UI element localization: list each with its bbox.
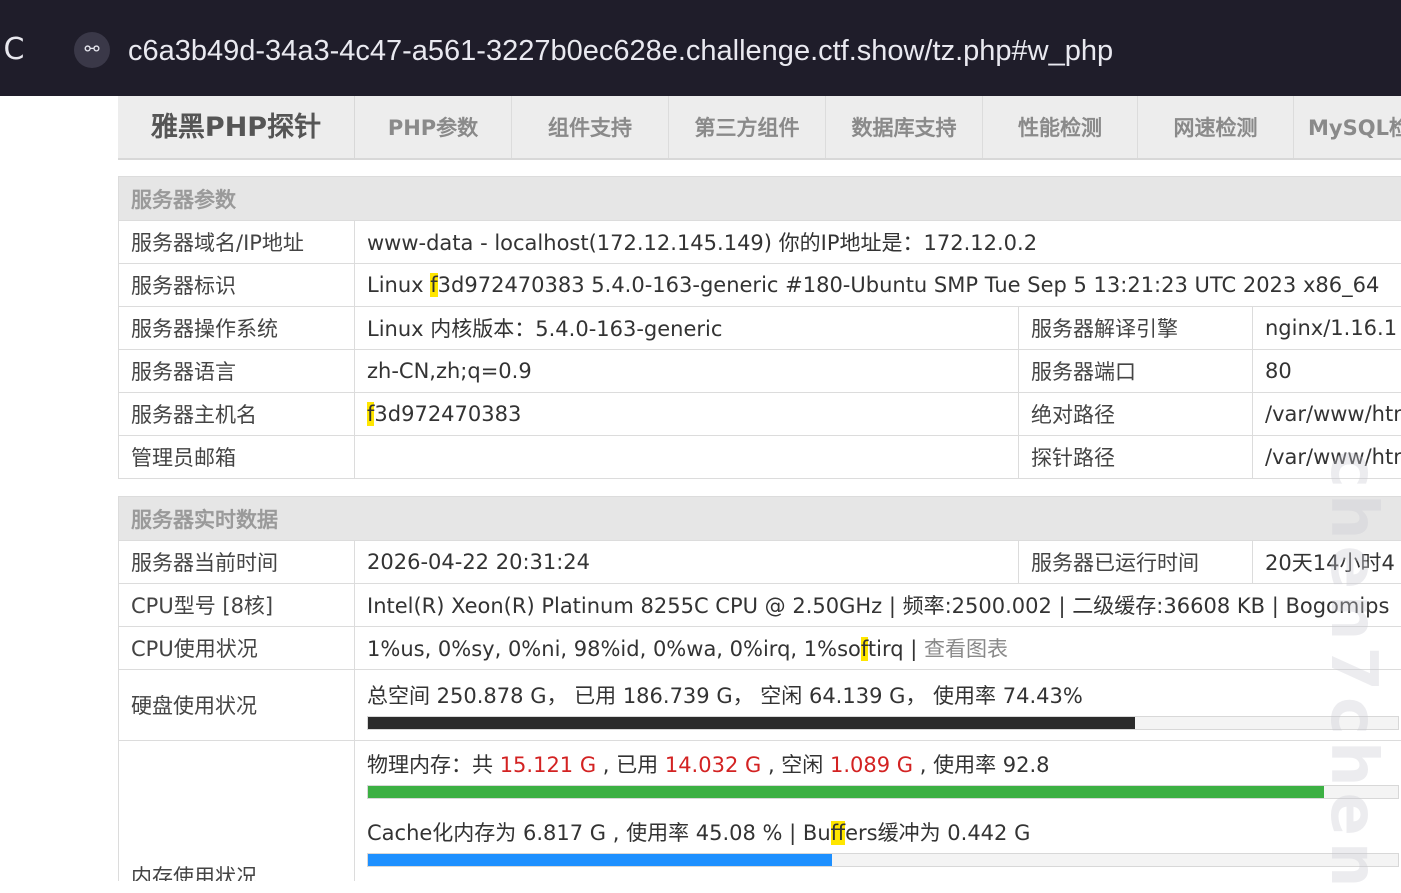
memory-label: 物理内存：共: [367, 753, 500, 777]
cpu-usage-text: 1%us, 0%sy, 0%ni, 98%id, 0%wa, 0%irq, 1%…: [367, 637, 861, 661]
ident-rest: 3d972470383 5.4.0-163-generic #180-Ubunt…: [438, 273, 1380, 297]
cache-usage-bar-fill: [368, 854, 832, 866]
probe-page: 雅黑PHP探针 PHP参数 组件支持 第三方组件 数据库支持 性能检测 网速检测…: [118, 96, 1401, 881]
table-row: 管理员邮箱 探针路径 /var/www/html: [119, 436, 1401, 479]
memory-free-label: , 空闲: [761, 753, 830, 777]
row-label: CPU使用状况: [119, 627, 355, 670]
row-label: 硬盘使用状况: [119, 670, 355, 741]
memory-free: 1.089 G: [830, 753, 913, 777]
row-value: Linux f3d972470383 5.4.0-163-generic #18…: [355, 264, 1401, 307]
row-value: Intel(R) Xeon(R) Platinum 8255C CPU @ 2.…: [355, 584, 1401, 627]
server-params-table: 服务器参数 服务器域名/IP地址 www-data - localhost(17…: [118, 176, 1401, 479]
nav-item-network-speed[interactable]: 网速检测: [1138, 96, 1294, 158]
watermark: chen7chen: [1270, 450, 1390, 870]
table-row: 服务器标识 Linux f3d972470383 5.4.0-163-gener…: [119, 264, 1401, 307]
row-label: 服务器操作系统: [119, 307, 355, 350]
row-label: 绝对路径: [1019, 393, 1253, 436]
row-label: 内存使用状况: [119, 741, 355, 882]
table-row: 硬盘使用状况 总空间 250.878 G， 已用 186.739 G， 空闲 6…: [119, 670, 1401, 741]
disk-usage-bar-fill: [368, 717, 1135, 729]
memory-usage-bar-fill: [368, 786, 1324, 798]
reload-icon[interactable]: C: [0, 30, 28, 70]
disk-usage-text: 总空间 250.878 G， 已用 186.739 G， 空闲 64.139 G…: [367, 680, 1396, 710]
nav-item-database[interactable]: 数据库支持: [826, 96, 983, 158]
memory-usage-bar: [367, 785, 1399, 799]
nav-item-php-params[interactable]: PHP参数: [355, 96, 512, 158]
host-rest: 3d972470383: [374, 402, 521, 426]
memory-rate: , 使用率 92.8: [913, 753, 1049, 777]
cache-text: Cache化内存为 6.817 G , 使用率 45.08 % | Buffer…: [367, 817, 1396, 847]
disk-usage-bar: [367, 716, 1399, 730]
table-row: 服务器域名/IP地址 www-data - localhost(172.12.1…: [119, 221, 1401, 264]
search-highlight: ff: [831, 821, 845, 845]
row-value: f3d972470383: [355, 393, 1019, 436]
section-title: 服务器实时数据: [119, 497, 1401, 541]
row-label: 管理员邮箱: [119, 436, 355, 479]
brand-title[interactable]: 雅黑PHP探针: [118, 96, 355, 158]
table-row: 服务器操作系统 Linux 内核版本：5.4.0-163-generic 服务器…: [119, 307, 1401, 350]
row-label: 服务器当前时间: [119, 541, 355, 584]
row-value: Linux 内核版本：5.4.0-163-generic: [355, 307, 1019, 350]
row-label: 服务器端口: [1019, 350, 1253, 393]
address-bar-area: C ⚯ c6a3b49d-34a3-4c47-a561-3227b0ec628e…: [0, 0, 1401, 96]
memory-used: 14.032 G: [665, 753, 761, 777]
table-row: CPU使用状况 1%us, 0%sy, 0%ni, 98%id, 0%wa, 0…: [119, 627, 1401, 670]
row-label: 服务器已运行时间: [1019, 541, 1253, 584]
memory-total: 15.121 G: [500, 753, 596, 777]
view-chart-link[interactable]: 查看图表: [924, 637, 1008, 661]
row-value: [355, 436, 1019, 479]
row-value: 2026-04-22 20:31:24: [355, 541, 1019, 584]
memory-used-label: , 已用: [596, 753, 665, 777]
row-value: 80: [1253, 350, 1401, 393]
nav-item-third-party[interactable]: 第三方组件: [669, 96, 826, 158]
row-value: 物理内存：共 15.121 G , 已用 14.032 G , 空闲 1.089…: [355, 741, 1401, 882]
browser-chrome: C ⚯ c6a3b49d-34a3-4c47-a561-3227b0ec628e…: [0, 0, 1401, 96]
memory-text: 物理内存：共 15.121 G , 已用 14.032 G , 空闲 1.089…: [367, 749, 1396, 779]
cache-usage-bar: [367, 853, 1399, 867]
top-nav: 雅黑PHP探针 PHP参数 组件支持 第三方组件 数据库支持 性能检测 网速检测…: [118, 96, 1401, 160]
row-value: /var/www/html: [1253, 393, 1401, 436]
table-row: 服务器语言 zh-CN,zh;q=0.9 服务器端口 80: [119, 350, 1401, 393]
row-label: 服务器域名/IP地址: [119, 221, 355, 264]
row-value: nginx/1.16.1: [1253, 307, 1401, 350]
search-highlight: f: [861, 637, 868, 661]
search-highlight: f: [430, 273, 437, 297]
row-label: 服务器标识: [119, 264, 355, 307]
table-row: CPU型号 [8核] Intel(R) Xeon(R) Platinum 825…: [119, 584, 1401, 627]
row-label: 探针路径: [1019, 436, 1253, 479]
table-row: 内存使用状况 物理内存：共 15.121 G , 已用 14.032 G , 空…: [119, 741, 1401, 882]
table-row: 服务器当前时间 2026-04-22 20:31:24 服务器已运行时间 20天…: [119, 541, 1401, 584]
row-label: 服务器解译引擎: [1019, 307, 1253, 350]
row-value: 1%us, 0%sy, 0%ni, 98%id, 0%wa, 0%irq, 1%…: [355, 627, 1401, 670]
row-label: CPU型号 [8核]: [119, 584, 355, 627]
realtime-table: 服务器实时数据 服务器当前时间 2026-04-22 20:31:24 服务器已…: [118, 496, 1401, 881]
cache-text-start: Cache化内存为 6.817 G , 使用率 45.08 % | Bu: [367, 821, 831, 845]
url-field[interactable]: c6a3b49d-34a3-4c47-a561-3227b0ec628e.cha…: [128, 31, 1113, 71]
cache-text-end: ers缓冲为 0.442 G: [845, 821, 1030, 845]
nav-item-components[interactable]: 组件支持: [512, 96, 669, 158]
nav-item-performance[interactable]: 性能检测: [983, 96, 1138, 158]
table-row: 服务器主机名 f3d972470383 绝对路径 /var/www/html: [119, 393, 1401, 436]
row-value: 总空间 250.878 G， 已用 186.739 G， 空闲 64.139 G…: [355, 670, 1401, 741]
site-info-icon[interactable]: ⚯: [74, 32, 110, 68]
row-label: 服务器主机名: [119, 393, 355, 436]
row-value: www-data - localhost(172.12.145.149) 你的I…: [355, 221, 1401, 264]
nav-item-mysql[interactable]: MySQL检: [1294, 96, 1401, 158]
row-value: zh-CN,zh;q=0.9: [355, 350, 1019, 393]
section-title: 服务器参数: [119, 177, 1401, 221]
row-label: 服务器语言: [119, 350, 355, 393]
cpu-usage-text-rest: tirq |: [868, 637, 924, 661]
ident-prefix: Linux: [367, 273, 430, 297]
